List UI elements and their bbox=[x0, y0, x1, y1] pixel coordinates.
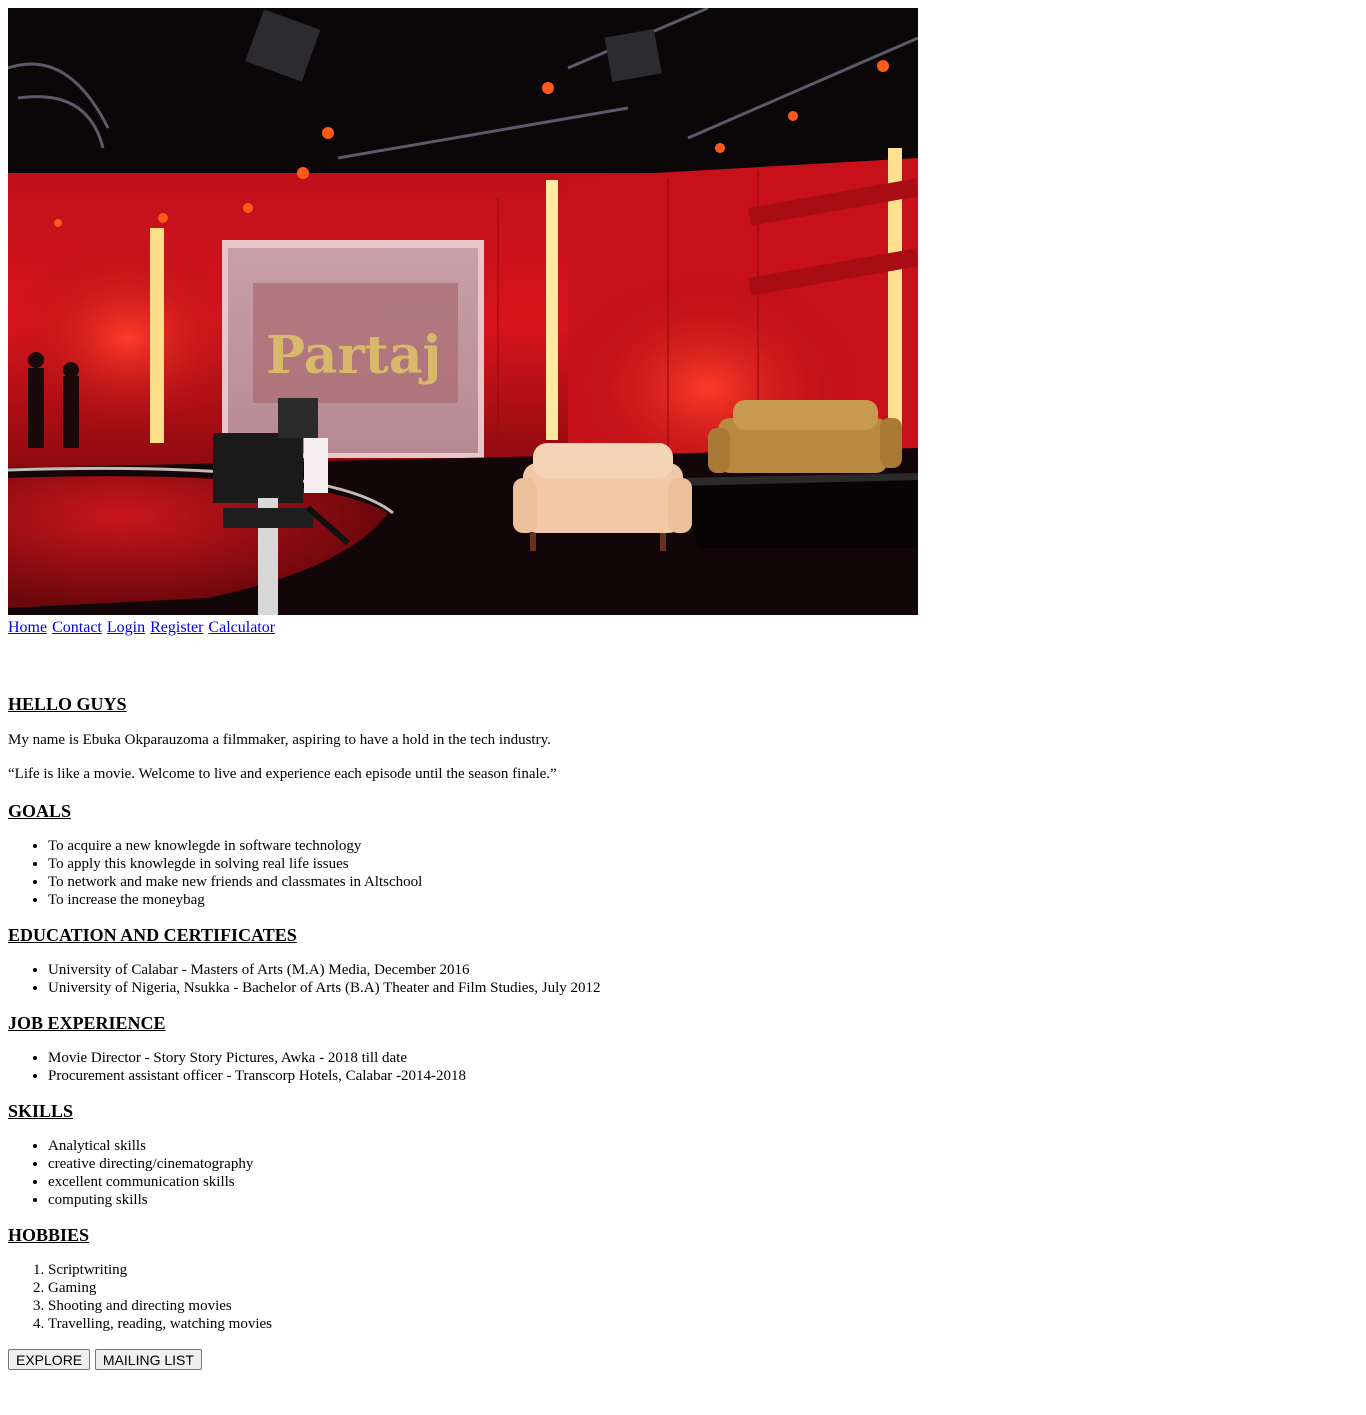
list-item: To apply this knowlegde in solving real … bbox=[48, 855, 1358, 873]
nav-link-calculator[interactable]: Calculator bbox=[208, 619, 275, 636]
list-item: To network and make new friends and clas… bbox=[48, 873, 1358, 891]
hero-screen-text: Partaj bbox=[266, 325, 441, 386]
education-heading: EDUCATION AND CERTIFICATES bbox=[8, 925, 297, 945]
list-item: Movie Director - Story Story Pictures, A… bbox=[48, 1049, 1358, 1067]
button-row: EXPLORE MAILING LIST bbox=[8, 1349, 1358, 1370]
skills-heading: SKILLS bbox=[8, 1101, 74, 1121]
nav-link-login[interactable]: Login bbox=[107, 619, 145, 636]
nav-link-home[interactable]: Home bbox=[8, 619, 47, 636]
hero-image-tv-studio: Partaj bbox=[8, 8, 918, 615]
jobs-heading: JOB EXPERIENCE bbox=[8, 1013, 166, 1033]
hobbies-list: Scriptwriting Gaming Shooting and direct… bbox=[8, 1261, 1358, 1333]
goals-list: To acquire a new knowlegde in software t… bbox=[8, 837, 1358, 909]
list-item: Scriptwriting bbox=[48, 1261, 1358, 1279]
list-item: To increase the moneybag bbox=[48, 891, 1358, 909]
list-item: Travelling, reading, watching movies bbox=[48, 1315, 1358, 1333]
intro-heading: HELLO GUYS bbox=[8, 694, 127, 714]
main-nav: Home Contact Login Register Calculator bbox=[8, 617, 1358, 639]
nav-link-contact[interactable]: Contact bbox=[52, 619, 102, 636]
mailing-list-button[interactable]: MAILING LIST bbox=[94, 1349, 202, 1370]
list-item: creative directing/cinematography bbox=[48, 1155, 1358, 1173]
list-item: excellent communication skills bbox=[48, 1173, 1358, 1191]
nav-link-register[interactable]: Register bbox=[150, 619, 203, 636]
explore-button[interactable]: EXPLORE bbox=[8, 1349, 91, 1370]
list-item: University of Nigeria, Nsukka - Bachelor… bbox=[48, 979, 1358, 997]
list-item: Procurement assistant officer - Transcor… bbox=[48, 1067, 1358, 1085]
education-list: University of Calabar - Masters of Arts … bbox=[8, 961, 1358, 997]
hobbies-heading: HOBBIES bbox=[8, 1225, 90, 1245]
intro-quote: “Life is like a movie. Welcome to live a… bbox=[8, 766, 557, 782]
list-item: Shooting and directing movies bbox=[48, 1297, 1358, 1315]
list-item: University of Calabar - Masters of Arts … bbox=[48, 961, 1358, 979]
skills-list: Analytical skills creative directing/cin… bbox=[8, 1137, 1358, 1209]
jobs-list: Movie Director - Story Story Pictures, A… bbox=[8, 1049, 1358, 1085]
list-item: Gaming bbox=[48, 1279, 1358, 1297]
intro-bio: My name is Ebuka Okparauzoma a filmmaker… bbox=[8, 732, 551, 748]
list-item: Analytical skills bbox=[48, 1137, 1358, 1155]
goals-heading: GOALS bbox=[8, 801, 72, 821]
list-item: To acquire a new knowlegde in software t… bbox=[48, 837, 1358, 855]
list-item: computing skills bbox=[48, 1191, 1358, 1209]
